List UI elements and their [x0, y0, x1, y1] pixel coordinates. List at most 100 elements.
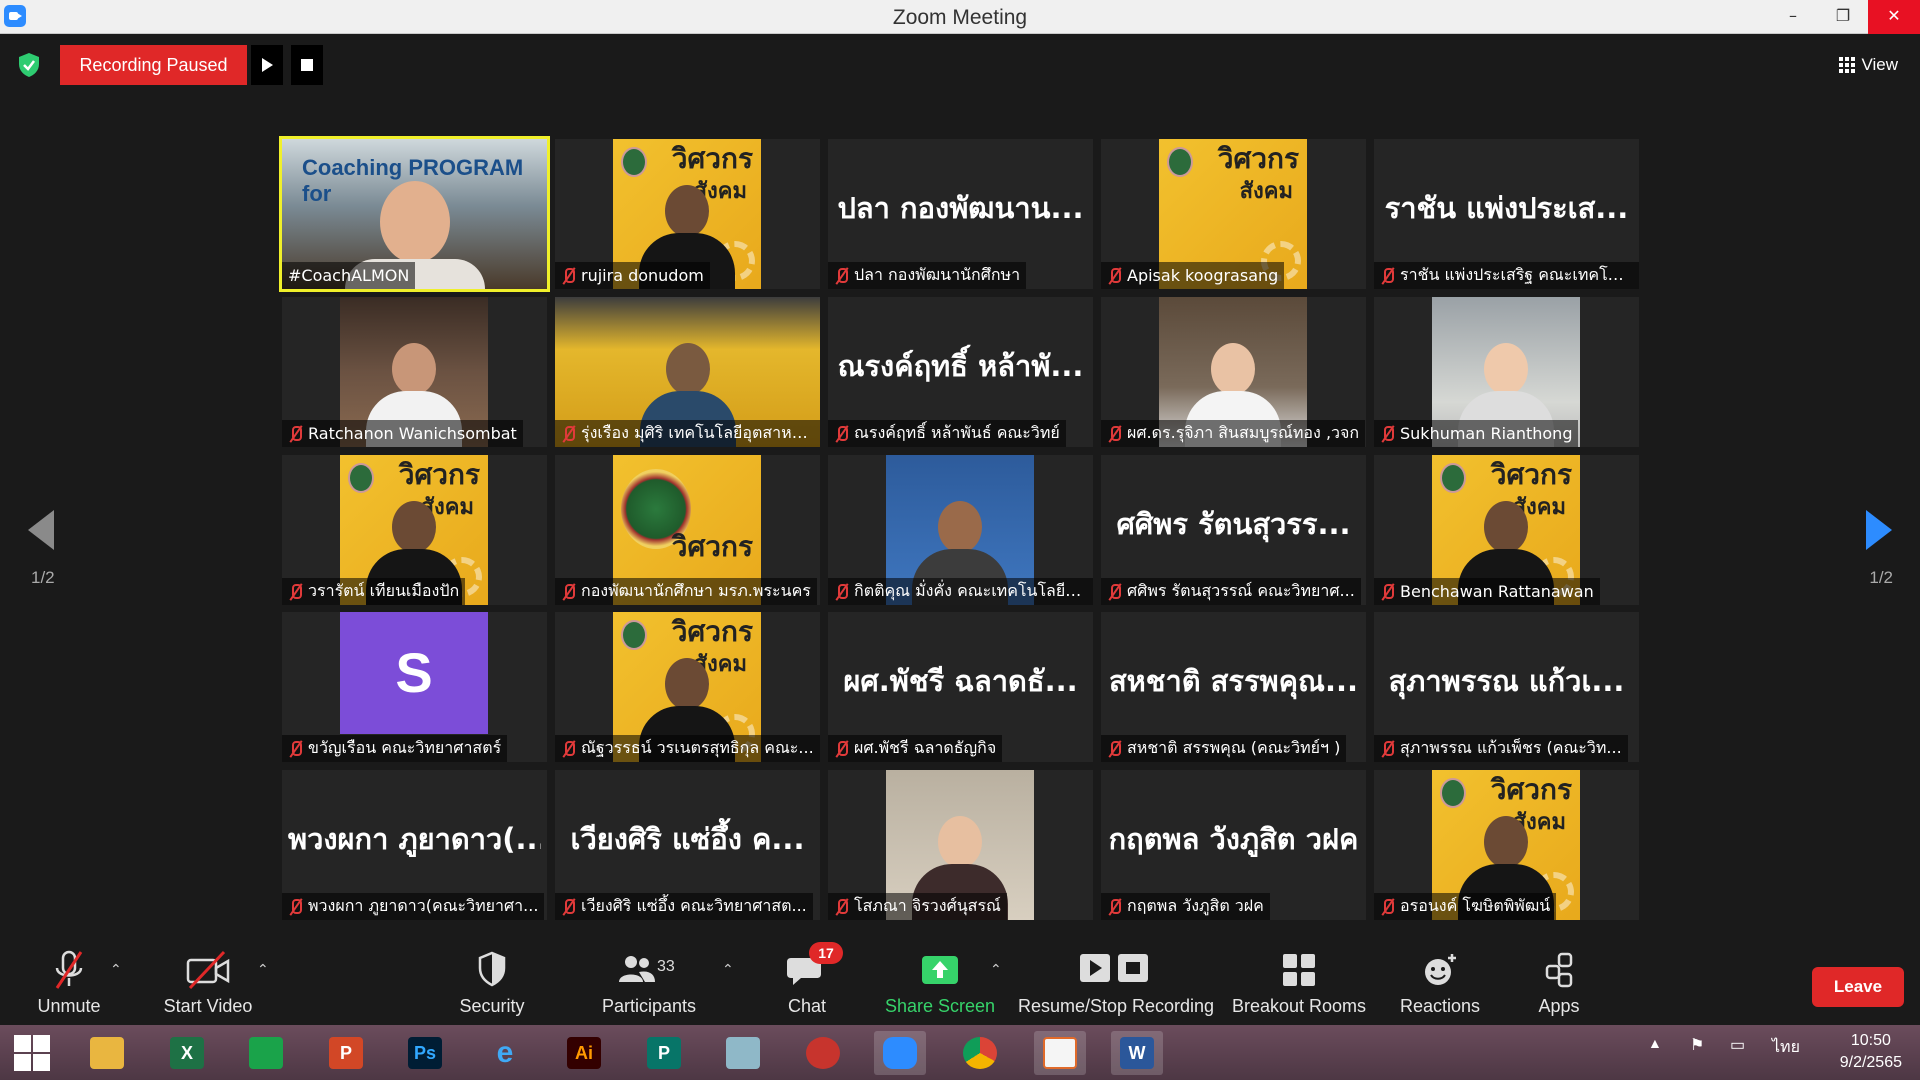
resume-stop-recording-button[interactable]: Resume/Stop Recording [1018, 940, 1214, 1025]
meeting-toolbar: Unmute ⌃ Start Video ⌃ Security 33 Parti… [0, 940, 1920, 1025]
encryption-shield-icon[interactable] [17, 52, 41, 78]
system-clock[interactable]: 10:50 9/2/2565 [1840, 1030, 1902, 1074]
view-button[interactable]: View [1839, 50, 1898, 80]
minimize-button[interactable]: – [1770, 0, 1816, 34]
breakout-rooms-button[interactable]: Breakout Rooms [1232, 940, 1366, 1025]
participant-tile[interactable]: สุภาพรรณ แก้วเ... สุภาพรรณ แก้วเพ็ชร (คณ… [1374, 612, 1639, 762]
participant-name-bar: ขวัญเรือน คณะวิทยาศาสตร์ [282, 735, 508, 762]
participant-tile[interactable]: วิศวกร สังคม ณัฐวรรธน์ วรเนตรสุทธิกุล คณ… [555, 612, 820, 762]
photoshop-icon[interactable]: Ps [399, 1031, 451, 1075]
breakout-rooms-icon [1283, 954, 1315, 986]
participant-tile[interactable]: รุ่งเรือง มุศิริ เทคโนโลยีอุตสาหกร... [555, 297, 820, 447]
store-icon[interactable] [240, 1031, 292, 1075]
poster-headline: วิศวกร [1490, 458, 1572, 491]
share-screen-button[interactable]: Share Screen [884, 940, 996, 1025]
participant-tile[interactable]: ศศิพร รัตนสุวรร... ศศิพร รัตนสุวรรณ์ คณะ… [1101, 455, 1366, 605]
participant-tile[interactable]: กิตติคุณ มั่งคั่ง คณะเทคโนโลยีอุ... [828, 455, 1093, 605]
reactions-button[interactable]: Reactions [1392, 940, 1488, 1025]
previous-page-arrow-icon[interactable] [28, 510, 54, 550]
poster-headline: วิศวกร [671, 530, 753, 563]
share-options-caret-icon[interactable]: ⌃ [990, 962, 1002, 978]
muted-mic-icon [1107, 267, 1122, 285]
participants-options-caret-icon[interactable]: ⌃ [722, 962, 734, 978]
clock-date: 9/2/2565 [1839, 1054, 1902, 1071]
start-video-button[interactable]: Start Video [160, 940, 256, 1025]
chat-unread-badge: 17 [809, 942, 843, 964]
muted-mic-icon [288, 898, 303, 916]
muted-mic-icon [1107, 740, 1122, 758]
participant-name: ผศ.ดร.รุจิภา สินสมบูรณ์ทอง ,วจก [1127, 423, 1360, 442]
muted-mic-icon [834, 898, 849, 916]
reactions-label: Reactions [1399, 996, 1481, 1016]
action-center-flag-icon[interactable]: ⚑ [1690, 1035, 1704, 1055]
participant-tile[interactable]: Coaching PROGRAM for #CoachALMON [279, 136, 550, 292]
participants-button[interactable]: 33 Participants [595, 940, 703, 1025]
poster-headline: วิศวกร [671, 142, 753, 175]
participant-name-bar: ณรงค์ฤทธิ์ หล้าพันธ์ คณะวิทย์ [828, 420, 1066, 447]
participant-name-bar: Sukhuman Rianthong [1374, 420, 1579, 447]
participant-tile[interactable]: ปลา กองพัฒนาน... ปลา กองพัฒนานักศึกษา [828, 139, 1093, 289]
participant-tile[interactable]: วิศวกร สังคม วรารัตน์ เทียนเมืองปัก [282, 455, 547, 605]
next-page-arrow-icon[interactable] [1866, 510, 1892, 550]
participant-tile[interactable]: ราชัน แพ่งประเส... ราชัน แพ่งประเสริฐ คณ… [1374, 139, 1639, 289]
muted-mic-icon [1380, 583, 1395, 601]
input-language[interactable]: ไทย [1772, 1035, 1800, 1060]
participant-tile[interactable]: กฤตพล วังภูสิต วฝค กฤตพล วังภูสิต วฝค [1101, 770, 1366, 920]
powerpoint-icon[interactable]: P [320, 1031, 372, 1075]
leave-button[interactable]: Leave [1812, 967, 1904, 1007]
participant-display-name-large: กฤตพล วังภูสิต วฝค [1108, 822, 1359, 856]
photos-icon[interactable] [1034, 1031, 1086, 1075]
zoom-taskbar-icon[interactable] [874, 1031, 926, 1075]
excel-icon[interactable]: X [161, 1031, 213, 1075]
chat-button[interactable]: 17 Chat [776, 940, 843, 1025]
poster-headline: วิศวกร [398, 458, 480, 491]
participant-tile[interactable]: สหชาติ สรรพคุณ... สหชาติ สรรพคุณ (คณะวิท… [1101, 612, 1366, 762]
participant-tile[interactable]: โสภณา จิรวงศ์นุสรณ์ [828, 770, 1093, 920]
muted-mic-icon [561, 740, 576, 758]
security-button[interactable]: Security [451, 940, 533, 1025]
illustrator-icon[interactable]: Ai [558, 1031, 610, 1075]
windows-start-icon[interactable] [14, 1035, 50, 1071]
participant-tile[interactable]: ผศ.พัชรี ฉลาดธั... ผศ.พัชรี ฉลาดธัญกิจ [828, 612, 1093, 762]
file-explorer-icon[interactable] [81, 1031, 133, 1075]
apps-button[interactable]: Apps [1532, 940, 1586, 1025]
participant-tile[interactable]: พวงผกา ภูยาดาว(... พวงผกา ภูยาดาว(คณะวิท… [282, 770, 547, 920]
participant-tile[interactable]: S ขวัญเรือน คณะวิทยาศาสตร์ [282, 612, 547, 762]
internet-explorer-icon[interactable]: e [479, 1031, 531, 1075]
university-logo-icon [1167, 147, 1193, 177]
network-icon[interactable]: ▭ [1730, 1035, 1745, 1055]
participant-tile[interactable]: Sukhuman Rianthong [1374, 297, 1639, 447]
photoscape-icon[interactable] [797, 1031, 849, 1075]
participants-label: Participants [601, 996, 697, 1016]
notes-icon[interactable] [717, 1031, 769, 1075]
publisher-icon[interactable]: P [638, 1031, 690, 1075]
participant-display-name-large: ศศิพร รัตนสุวรร... [1116, 507, 1351, 541]
participant-tile[interactable]: ผศ.ดร.รุจิภา สินสมบูรณ์ทอง ,วจก [1101, 297, 1366, 447]
participant-tile[interactable]: วิศวกร สังคม Benchawan Rattanawan [1374, 455, 1639, 605]
participant-tile[interactable]: วิศวกร สังคม rujira donudom [555, 139, 820, 289]
participant-tile[interactable]: วิศวกร สังคม Apisak koograsang [1101, 139, 1366, 289]
chrome-icon[interactable] [954, 1031, 1006, 1075]
stop-recording-button[interactable] [291, 45, 323, 85]
participant-display-name-large: ผศ.พัชรี ฉลาดธั... [843, 664, 1078, 698]
participant-tile[interactable]: ณรงค์ฤทธิ์ หล้าพั... ณรงค์ฤทธิ์ หล้าพันธ… [828, 297, 1093, 447]
video-options-caret-icon[interactable]: ⌃ [257, 962, 269, 978]
close-button[interactable]: ✕ [1868, 0, 1920, 34]
restore-button[interactable]: ❐ [1820, 0, 1866, 34]
view-label: View [1861, 55, 1898, 74]
participant-tile[interactable]: Ratchanon Wanichsombat [282, 297, 547, 447]
participant-name-bar: rujira donudom [555, 262, 710, 289]
muted-mic-icon [288, 740, 303, 758]
word-icon[interactable]: W [1111, 1031, 1163, 1075]
tray-expand-icon[interactable]: ▲ [1648, 1035, 1662, 1051]
university-logo-icon [1440, 778, 1466, 808]
participant-name: ณรงค์ฤทธิ์ หล้าพันธ์ คณะวิทย์ [854, 423, 1060, 442]
participant-display-name-large: พวงผกา ภูยาดาว(... [288, 822, 541, 856]
participant-tile[interactable]: เวียงศิริ แซ่อึ้ง ค... เวียงศิริ แซ่อึ้ง… [555, 770, 820, 920]
audio-options-caret-icon[interactable]: ⌃ [110, 962, 122, 978]
resume-recording-button[interactable] [251, 45, 283, 85]
participant-tile[interactable]: วิศวกร สังคม อรอนงค์ โฆษิตพิพัฒน์ [1374, 770, 1639, 920]
unmute-button[interactable]: Unmute [28, 940, 110, 1025]
participant-name: เวียงศิริ แซ่อึ้ง คณะวิทยาศาสต... [581, 896, 807, 915]
participant-tile[interactable]: วิศวกร กองพัฒนานักศึกษา มรภ.พระนคร [555, 455, 820, 605]
